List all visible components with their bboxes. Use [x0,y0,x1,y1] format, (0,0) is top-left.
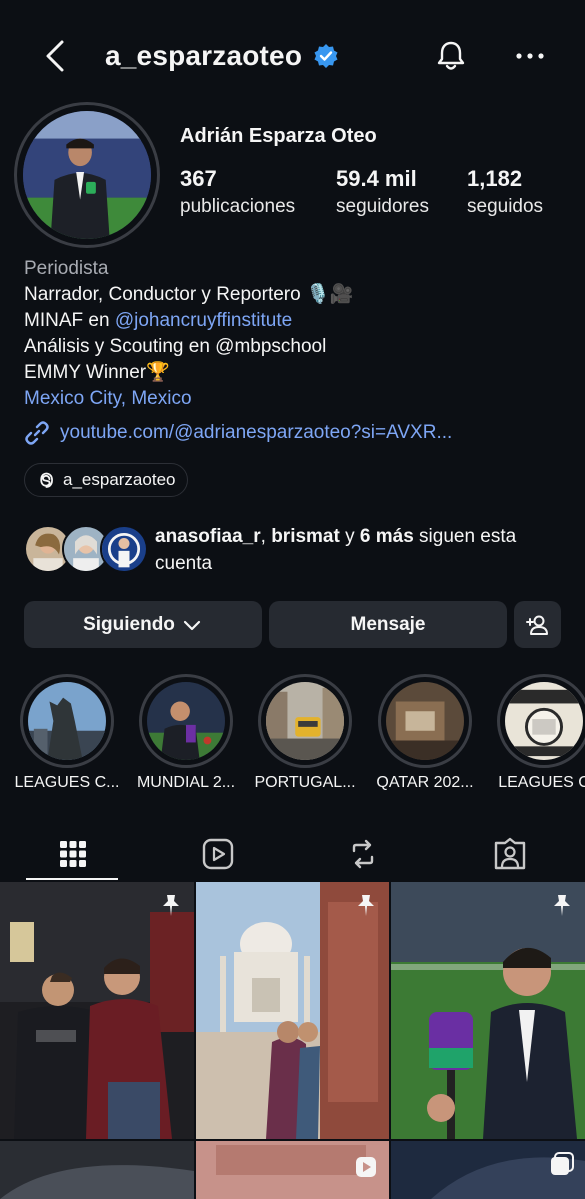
posts-grid [0,882,585,1199]
mutual-follower-1[interactable]: anasofiaa_r [155,526,261,547]
pin-icon [554,895,570,916]
post-thumbnail[interactable] [0,1141,194,1199]
tab-tagged[interactable] [451,826,569,882]
mutual-more-count[interactable]: 6 más [360,526,414,547]
tab-reposts[interactable] [304,826,422,882]
followers-count-label: seguidores [336,196,429,217]
post-thumbnail[interactable] [196,1141,389,1199]
threads-icon [40,472,53,488]
message-button-label: Mensaje [350,613,426,635]
website-link[interactable]: youtube.com/@adrianesparzaoteo?si=AVXR..… [24,420,452,446]
post-thumbnail[interactable] [391,1141,585,1199]
highlight-label: QATAR 202... [376,774,474,791]
grid-icon [60,841,86,867]
verified-badge-icon [314,44,338,68]
following-count[interactable]: 1,182 seguidos [467,166,543,218]
mutual-connector: y [339,526,360,547]
profile-display-name: Adrián Esparza Oteo [180,125,377,147]
highlight-label: MUNDIAL 2... [136,774,236,791]
highlight-item[interactable]: PORTUGAL... [254,674,356,791]
microphone-icon: 🎙️ [305,284,330,305]
website-link-text: youtube.com/@adrianesparzaoteo?si=AVXR..… [60,422,453,443]
reel-play-icon [356,1157,376,1177]
profile-bio: Periodista Narrador, Conductor y Reporte… [24,256,564,412]
highlight-item[interactable]: MUNDIAL 2... [137,674,235,791]
carousel-icon [551,1152,574,1175]
posts-count-value: 367 [180,166,217,191]
posts-count[interactable]: 367 publicaciones [180,166,295,218]
highlight-ring [378,674,472,768]
posts-count-label: publicaciones [180,196,296,217]
trophy-icon: 🏆 [146,362,170,383]
profile-category: Periodista [24,258,109,279]
bio-line-4-text: EMMY Winner [24,362,147,383]
following-count-value: 1,182 [467,166,523,191]
followers-count[interactable]: 59.4 mil seguidores [336,166,429,218]
bio-line-2-text: MINAF en [24,310,115,331]
threads-badge[interactable]: a_esparzaoteo [24,463,189,497]
post-thumbnail[interactable] [391,882,585,1139]
message-button[interactable]: Mensaje [269,601,507,648]
mutual-follower-2[interactable]: brismat [271,526,340,547]
profile-tabs [0,826,585,882]
top-bar: a_esparzaoteo [0,20,585,90]
repost-icon [352,839,374,869]
profile-avatar[interactable] [23,111,151,239]
movie-camera-icon: 🎥 [329,284,354,305]
highlight-cover [505,682,583,760]
profile-avatar-ring[interactable] [14,102,160,248]
bio-line-1-text: Narrador, Conductor y Reportero [24,284,301,305]
active-tab-indicator [26,878,118,880]
tagged-person-icon [494,837,526,870]
mutual-followers-text[interactable]: anasofiaa_r, brismat y 6 más siguen esta… [155,523,565,577]
mutual-avatar [100,525,148,573]
post-thumbnail[interactable] [196,882,389,1139]
notification-bell-icon[interactable] [433,38,469,74]
tab-posts-grid[interactable] [14,826,132,882]
link-icon [25,421,49,445]
highlight-item[interactable]: LEAGUES C [497,674,585,791]
bio-line-1: Narrador, Conductor y Reportero 🎙️🎥 [24,282,564,308]
chevron-down-icon [183,620,201,630]
bio-line-3: Análisis y Scouting en @mbpschool [24,336,327,357]
pin-icon [163,895,179,916]
highlight-cover [386,682,464,760]
pin-icon [358,895,374,916]
tab-reels[interactable] [159,826,277,882]
highlight-cover [266,682,344,760]
post-thumbnail[interactable] [0,882,194,1139]
following-button[interactable]: Siguiendo [24,601,262,648]
reels-icon [202,838,234,870]
highlight-item[interactable]: LEAGUES C... [15,674,119,791]
mention-link[interactable]: @johancruyffinstitute [115,310,292,331]
threads-handle: a_esparzaoteo [63,470,176,489]
highlight-ring [497,674,585,768]
following-button-label: Siguiendo [83,613,175,635]
highlight-cover [28,682,106,760]
suggest-people-button[interactable] [514,601,561,648]
highlight-item[interactable]: QATAR 202... [376,674,474,791]
followers-count-value: 59.4 mil [336,166,417,191]
bio-line-4: EMMY Winner🏆 [24,360,564,386]
more-options-icon[interactable] [513,44,547,68]
highlight-label: LEAGUES C... [14,774,120,791]
highlight-ring [20,674,114,768]
highlight-ring [258,674,352,768]
highlight-label: PORTUGAL... [254,774,356,791]
profile-location[interactable]: Mexico City, Mexico [24,386,564,412]
following-count-label: seguidos [467,196,544,217]
highlight-cover [147,682,225,760]
back-arrow-icon[interactable] [40,36,70,76]
bio-line-2: MINAF en @johancruyffinstitute [24,308,564,334]
highlight-ring [139,674,233,768]
add-person-icon [525,615,548,635]
profile-username: a_esparzaoteo [105,40,303,71]
highlight-label: LEAGUES C [498,774,585,791]
mutual-followers-avatars[interactable] [24,525,148,575]
